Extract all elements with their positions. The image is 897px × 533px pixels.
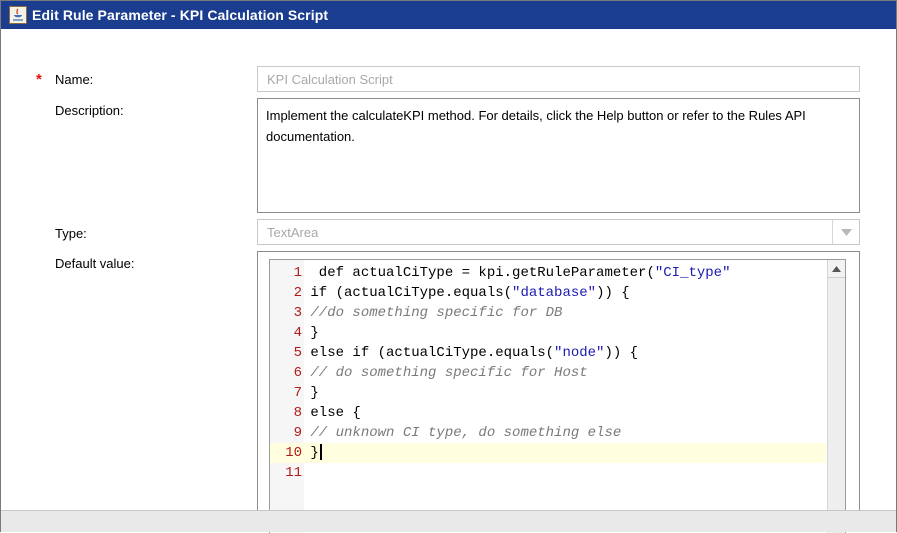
code-line[interactable]: 6 // do something specific for Host xyxy=(270,363,826,383)
window-title: Edit Rule Parameter - KPI Calculation Sc… xyxy=(32,7,329,23)
code-text: else { xyxy=(302,405,361,421)
code-line[interactable]: 7 } xyxy=(270,383,826,403)
code-token: )) { xyxy=(596,285,630,301)
required-marker: * xyxy=(36,71,42,88)
code-token: if (actualCiType.equals( xyxy=(310,285,513,301)
code-token: else if (actualCiType.equals( xyxy=(310,345,555,361)
code-text: def actualCiType = kpi.getRuleParameter(… xyxy=(302,265,731,281)
code-text: else if (actualCiType.equals("node")) { xyxy=(302,345,638,361)
name-label: Name: xyxy=(55,72,94,87)
string-literal: "node" xyxy=(554,345,605,361)
code-token: } xyxy=(310,445,319,461)
code-token: } xyxy=(310,385,319,401)
code-token: )) { xyxy=(604,345,639,361)
code-line[interactable]: 4 } xyxy=(270,323,826,343)
line-number: 11 xyxy=(285,465,302,481)
string-literal: "CI_type" xyxy=(654,265,731,281)
code-line[interactable]: 2 if (actualCiType.equals("database")) { xyxy=(270,283,826,303)
code-line[interactable]: 11 xyxy=(270,463,826,483)
line-number: 7 xyxy=(293,385,302,401)
line-number: 2 xyxy=(293,285,302,301)
code-text: // unknown CI type, do something else xyxy=(302,425,621,441)
description-label: Description: xyxy=(55,103,124,118)
code-line[interactable]: 1 def actualCiType = kpi.getRuleParamete… xyxy=(270,263,826,283)
line-number: 6 xyxy=(293,365,302,381)
code-text: } xyxy=(302,444,322,461)
code-line[interactable]: 9 // unknown CI type, do something else xyxy=(270,423,826,443)
code-token: } xyxy=(310,325,319,341)
scroll-up-arrow-icon[interactable] xyxy=(828,260,845,278)
code-line[interactable]: 3 //do something specific for DB xyxy=(270,303,826,323)
line-number: 10 xyxy=(285,445,302,461)
code-comment: // do something specific for Host xyxy=(310,365,588,381)
line-number: 4 xyxy=(293,325,302,341)
code-comment: //do something specific for DB xyxy=(310,305,563,321)
title-bar[interactable]: Edit Rule Parameter - KPI Calculation Sc… xyxy=(1,1,896,29)
type-label: Type: xyxy=(55,226,87,241)
dialog-footer xyxy=(1,510,896,532)
line-number: 3 xyxy=(293,305,302,321)
code-line[interactable]: 10 } xyxy=(270,443,826,463)
code-comment: // unknown CI type, do something else xyxy=(310,425,622,441)
line-number: 9 xyxy=(293,425,302,441)
code-line[interactable]: 5 else if (actualCiType.equals("node")) … xyxy=(270,343,826,363)
code-text: } xyxy=(302,325,319,341)
code-editor[interactable]: 1 def actualCiType = kpi.getRuleParamete… xyxy=(269,259,846,533)
code-text: if (actualCiType.equals("database")) { xyxy=(302,285,630,301)
type-select[interactable]: TextArea xyxy=(257,219,860,245)
description-field[interactable]: Implement the calculateKPI method. For d… xyxy=(257,98,860,213)
chevron-down-icon[interactable] xyxy=(832,220,859,244)
code-token: def actualCiType = kpi.getRuleParameter( xyxy=(310,265,655,281)
string-literal: "database" xyxy=(512,285,597,301)
java-app-icon xyxy=(8,5,28,25)
code-text: //do something specific for DB xyxy=(302,305,562,321)
code-line[interactable]: 8 else { xyxy=(270,403,826,423)
text-caret xyxy=(319,444,322,461)
line-number: 1 xyxy=(293,265,302,281)
line-number: 8 xyxy=(293,405,302,421)
code-text: } xyxy=(302,385,319,401)
line-number: 5 xyxy=(293,345,302,361)
vertical-scrollbar[interactable] xyxy=(827,260,845,533)
default-value-label: Default value: xyxy=(55,256,135,271)
type-select-value: TextArea xyxy=(267,225,319,240)
code-text: // do something specific for Host xyxy=(302,365,588,381)
code-token: else { xyxy=(310,405,361,421)
name-field[interactable]: KPI Calculation Script xyxy=(257,66,860,92)
